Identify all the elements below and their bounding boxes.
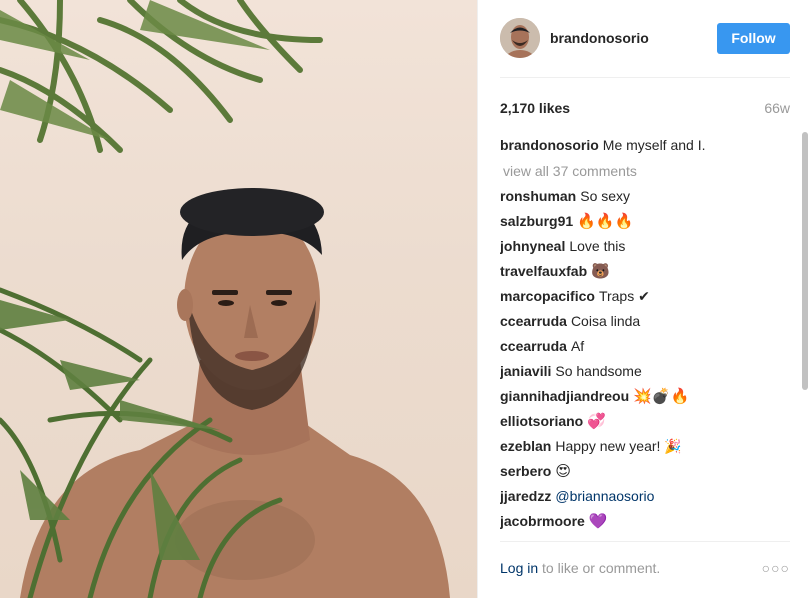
comment-item: ccearruda Coisa linda	[500, 311, 788, 336]
comment-text: Happy new year! 🎉	[555, 438, 682, 454]
comment-username[interactable]: ccearruda	[500, 338, 567, 354]
comment-item: giannihadjiandreou 💥💣🔥	[500, 386, 788, 411]
comment-text: So handsome	[555, 363, 642, 379]
divider	[500, 541, 790, 542]
comment-username[interactable]: ccearruda	[500, 313, 567, 329]
view-all-comments-link[interactable]: view all 37 comments	[500, 161, 788, 186]
comment-item: ronshuman So sexy	[500, 186, 788, 211]
comment-text: 🐻	[591, 262, 610, 280]
comment-text: Af	[570, 338, 585, 354]
comment-username[interactable]: johnyneal	[500, 238, 565, 254]
comment-text: 💞	[587, 412, 606, 430]
avatar[interactable]	[500, 18, 540, 58]
likes-row: 2,170 likes 66w	[500, 100, 790, 116]
comment-item: serbero 😍	[500, 461, 788, 486]
comment-item: travelfauxfab 🐻	[500, 261, 788, 286]
caption-username[interactable]: brandonosorio	[500, 137, 599, 153]
comment-username[interactable]: travelfauxfab	[500, 263, 587, 279]
comment-username[interactable]: salzburg91	[500, 213, 573, 229]
post-photo[interactable]	[0, 0, 477, 598]
comment-item: marcopacifico Traps ✔	[500, 286, 788, 311]
divider	[500, 77, 790, 78]
comment-text: 💜	[588, 512, 608, 530]
comment-item: johnyneal Love this	[500, 236, 788, 261]
comment-text: Traps ✔	[598, 288, 650, 304]
post-footer: Log in to like or comment. ○○○	[500, 559, 790, 579]
comment-username[interactable]: elliotsoriano	[500, 413, 583, 429]
post-header: brandonosorio Follow	[478, 0, 811, 78]
comment-text: 😍	[555, 462, 571, 480]
likes-count[interactable]: 2,170 likes	[500, 100, 570, 116]
comment-username[interactable]: janiavili	[500, 363, 551, 379]
footer-text: to like or comment.	[542, 560, 661, 576]
comments-list[interactable]: brandonosorio Me myself and I. view all 3…	[500, 135, 788, 530]
caption: brandonosorio Me myself and I.	[500, 135, 788, 161]
comment-item: ezeblan Happy new year! 🎉	[500, 436, 788, 461]
comment-text: So sexy	[580, 188, 631, 204]
comment-item: jacobrmoore 💜	[500, 511, 788, 530]
avatar-icon	[500, 18, 540, 58]
follow-button[interactable]: Follow	[717, 23, 790, 54]
header-username[interactable]: brandonosorio	[550, 30, 649, 46]
comment-item: elliotsoriano 💞	[500, 411, 788, 436]
comment-item: jjaredzz @briannaosorio	[500, 486, 788, 511]
comment-item: ccearruda Af	[500, 336, 788, 361]
comment-username[interactable]: ronshuman	[500, 188, 576, 204]
post-panel: brandonosorio Follow 2,170 likes 66w bra…	[477, 0, 811, 598]
comment-text: Love this	[569, 238, 626, 254]
comment-mention-link[interactable]: @briannaosorio	[555, 488, 654, 504]
comment-username[interactable]: giannihadjiandreou	[500, 388, 629, 404]
comments-scrollbar[interactable]	[800, 128, 810, 534]
comment-username[interactable]: jjaredzz	[500, 488, 551, 504]
comment-username[interactable]: ezeblan	[500, 438, 551, 454]
scrollbar-thumb[interactable]	[802, 132, 808, 390]
comment-text: 🔥🔥🔥	[577, 212, 634, 230]
login-link[interactable]: Log in	[500, 560, 538, 576]
comment-item: salzburg91 🔥🔥🔥	[500, 211, 788, 236]
caption-text: Me myself and I.	[602, 137, 706, 153]
comment-item: janiavili So handsome	[500, 361, 788, 386]
comment-username[interactable]: serbero	[500, 463, 551, 479]
post-age[interactable]: 66w	[764, 100, 790, 116]
comment-text: Coisa linda	[570, 313, 641, 329]
photo-illustration	[0, 0, 450, 598]
comment-text: 💥💣🔥	[633, 387, 690, 405]
comment-username[interactable]: marcopacifico	[500, 288, 595, 304]
comment-username[interactable]: jacobrmoore	[500, 513, 585, 529]
more-options-icon[interactable]: ○○○	[762, 559, 790, 577]
